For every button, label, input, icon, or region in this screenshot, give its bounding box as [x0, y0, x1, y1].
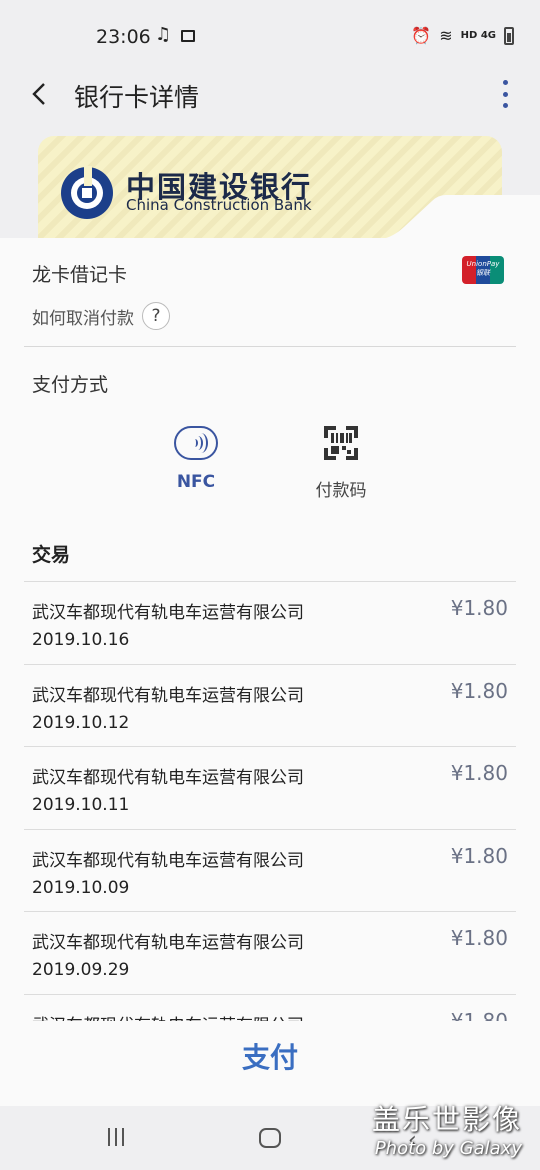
transaction-amount: ¥1.80	[450, 1008, 508, 1021]
transaction-merchant: 武汉车都现代有轨电车运营有限公司	[32, 1011, 304, 1021]
transaction-row[interactable]: 武汉车都现代有轨电车运营有限公司 2019.10.09 ¥1.80	[24, 828, 516, 912]
qr-code-option[interactable]: 付款码	[291, 426, 391, 501]
qr-code-label: 付款码	[315, 481, 367, 501]
transaction-date: 2019.10.12	[32, 712, 130, 733]
recent-apps-icon[interactable]	[108, 1128, 124, 1146]
transaction-list[interactable]: 武汉车都现代有轨电车运营有限公司 2019.10.16 ¥1.80 武汉车都现代…	[24, 581, 516, 1021]
transaction-amount: ¥1.80	[450, 678, 508, 703]
transaction-date: 2019.10.11	[32, 795, 130, 816]
pay-button[interactable]: 支付	[0, 1036, 540, 1076]
battery-icon	[504, 26, 514, 45]
transaction-amount: ¥1.80	[450, 761, 508, 786]
music-icon: ♫	[155, 24, 172, 45]
status-indicators: ⏰ ≋ HD 4G	[411, 26, 514, 45]
transaction-date: 2019.10.16	[32, 630, 130, 650]
status-time: 23:06	[96, 26, 151, 48]
transaction-merchant: 武汉车都现代有轨电车运营有限公司	[32, 768, 304, 789]
transaction-row[interactable]: 武汉车都现代有轨电车运营有限公司 2019.10.12 ¥1.80	[24, 663, 516, 747]
cancel-payment-link[interactable]: 如何取消付款 ?	[32, 302, 170, 330]
qr-code-icon	[324, 426, 358, 460]
alarm-icon: ⏰	[411, 26, 432, 45]
transaction-date: 2019.10.09	[32, 877, 130, 898]
unionpay-line2: 银联	[476, 269, 490, 277]
image-icon	[181, 30, 195, 42]
cancel-payment-label: 如何取消付款	[32, 308, 134, 329]
transaction-row[interactable]: 武汉车都现代有轨电车运营有限公司 2019.10.11 ¥1.80	[24, 746, 516, 829]
nfc-label: NFC	[176, 472, 216, 492]
back-arrow-icon[interactable]	[28, 80, 56, 108]
app-header: 银行卡详情	[0, 70, 540, 118]
nfc-icon	[174, 426, 218, 460]
status-bar: 23:06 ♫ ⏰ ≋ HD 4G	[0, 0, 540, 70]
nfc-option[interactable]: NFC	[146, 426, 246, 492]
transaction-row[interactable]: 武汉车都现代有轨电车运营有限公司 2019.10.16 ¥1.80	[24, 581, 516, 664]
divider	[24, 346, 516, 347]
transaction-date: 2019.09.29	[32, 960, 130, 981]
transaction-merchant: 武汉车都现代有轨电车运营有限公司	[32, 685, 304, 706]
transaction-merchant: 武汉车都现代有轨电车运营有限公司	[32, 603, 304, 623]
transaction-merchant: 武汉车都现代有轨电车运营有限公司	[32, 850, 304, 871]
help-icon[interactable]: ?	[142, 302, 170, 330]
wifi-icon: ≋	[439, 26, 453, 45]
watermark: 盖乐世影像 Photo by Galaxy	[372, 1098, 522, 1159]
page-title: 银行卡详情	[74, 83, 200, 112]
transaction-row[interactable]: 武汉车都现代有轨电车运营有限公司 ¥1.80	[24, 993, 516, 1021]
unionpay-line1: UnionPay	[466, 260, 500, 268]
transactions-title: 交易	[32, 544, 71, 566]
sheet-edge	[0, 195, 540, 240]
transaction-amount: ¥1.80	[450, 843, 508, 868]
transaction-row[interactable]: 武汉车都现代有轨电车运营有限公司 2019.09.29 ¥1.80	[24, 911, 516, 994]
card-type-label: 龙卡借记卡	[32, 264, 128, 286]
more-options-icon[interactable]	[500, 80, 510, 108]
transaction-merchant: 武汉车都现代有轨电车运营有限公司	[32, 933, 304, 954]
payment-method-title: 支付方式	[32, 374, 109, 396]
watermark-line1: 盖乐世影像	[371, 1103, 522, 1136]
network-type: HD 4G	[460, 30, 496, 41]
transaction-amount: ¥1.80	[450, 596, 508, 620]
transaction-amount: ¥1.80	[450, 926, 508, 951]
home-icon[interactable]	[259, 1128, 281, 1148]
card-detail-sheet: 龙卡借记卡 UnionPay 银联 如何取消付款 ? 支付方式 NFC 付款码 …	[0, 238, 540, 1106]
watermark-line2: Photo by Galaxy	[374, 1138, 522, 1159]
unionpay-logo-icon: UnionPay 银联	[462, 256, 504, 284]
